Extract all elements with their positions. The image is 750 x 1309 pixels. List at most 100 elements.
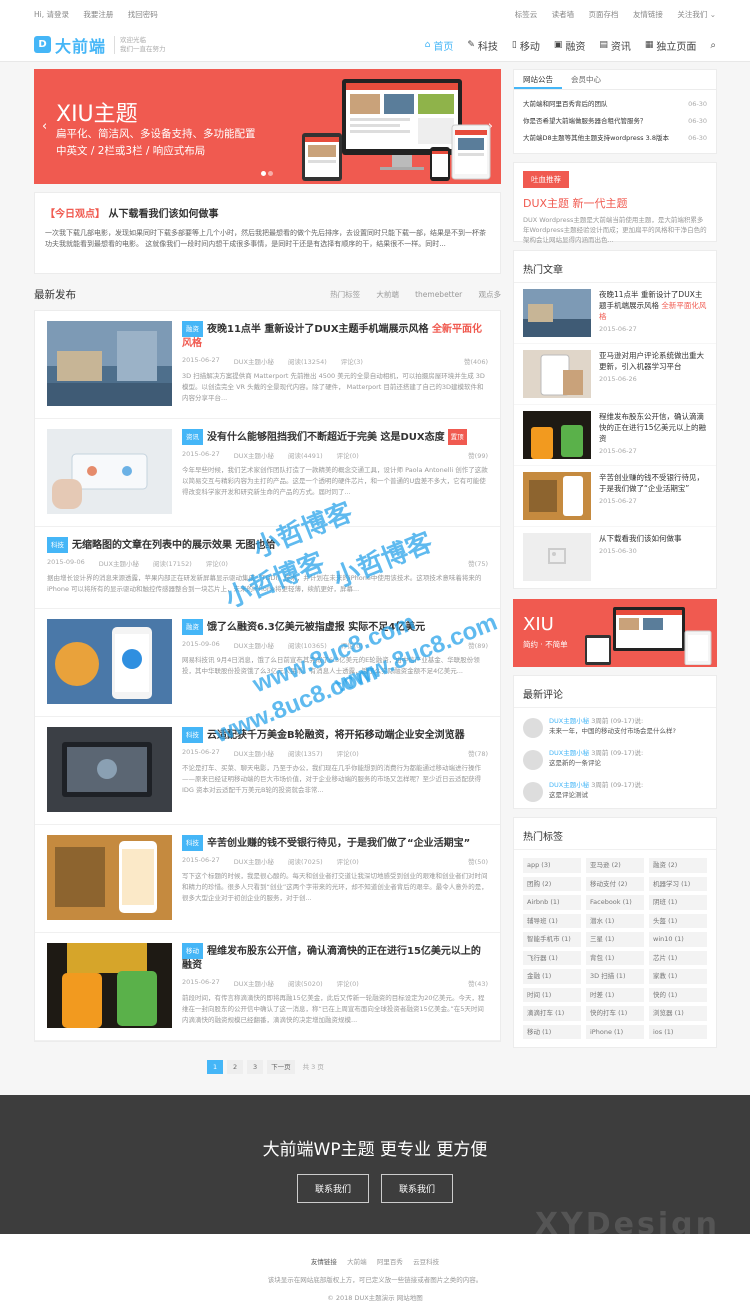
footer-link[interactable]: 大前端: [347, 1258, 367, 1266]
friend-links-link[interactable]: 友情链接: [633, 10, 663, 19]
tag-item[interactable]: 金融 (1): [523, 969, 581, 984]
tag-item[interactable]: 移动 (1): [523, 1024, 581, 1039]
post-title[interactable]: 科技 云适配获千万美金B轮融资，将开拓移动端企业安全浏览器: [182, 727, 488, 743]
tag-item[interactable]: 快的 (1): [649, 987, 707, 1002]
comment-item[interactable]: DUX主题小秘 3周前 (09-17)说: 这是新的一条评论: [514, 744, 716, 776]
next-page-button[interactable]: 下一页: [267, 1060, 295, 1074]
like-count[interactable]: 赞(406): [464, 356, 488, 366]
tag-item[interactable]: 辅导班 (1): [523, 913, 581, 928]
comment-item[interactable]: DUX主题小秘 3周前 (09-17)说: 这是评论测试: [514, 776, 716, 808]
nav-item-mobile[interactable]: ▯ 移动: [512, 38, 540, 53]
page-1[interactable]: 1: [207, 1060, 224, 1074]
nav-item-news[interactable]: ▤ 资讯: [599, 38, 631, 53]
archive-link[interactable]: 页面存档: [589, 10, 619, 19]
post-item[interactable]: 科技 无缩略图的文章在列表中的展示效果 无图也给 2015-09-06 DUX主题小…: [35, 527, 500, 609]
page-2[interactable]: 2: [227, 1060, 244, 1074]
tag-item[interactable]: 阴班 (1): [649, 895, 707, 910]
slider-dots[interactable]: [260, 170, 274, 178]
post-item[interactable]: 科技 云适配获千万美金B轮融资，将开拓移动端企业安全浏览器 2015-06-27 D…: [35, 717, 500, 825]
slider-prev-arrow[interactable]: ‹: [42, 119, 47, 134]
tag-item[interactable]: win10 (1): [649, 932, 707, 947]
tag-item[interactable]: iPhone (1): [586, 1024, 644, 1039]
like-count[interactable]: 赞(78): [468, 748, 488, 758]
post-item[interactable]: 融资 夜晚11点半 重新设计了DUX主题手机端展示风格 全新平面化风格 2015-…: [35, 311, 500, 419]
contact-us-button[interactable]: 联系我们: [296, 1174, 369, 1203]
post-title[interactable]: 移动 程维发布股东公开信，确认滴滴快的正在进行15亿美元以上的融资: [182, 943, 488, 973]
today-opinion[interactable]: 【今日观点】 从下载看我们该如何做事 一次我下载几部电影，发现如果同时下载多部要…: [34, 192, 501, 274]
tag-cloud-link[interactable]: 标签云: [515, 10, 538, 19]
tag-item[interactable]: 融资 (2): [649, 858, 707, 873]
like-count[interactable]: 赞(50): [468, 856, 488, 866]
footer-link[interactable]: 阿里百秀: [377, 1258, 403, 1266]
notice-item[interactable]: 大前端和阿里百秀背后的团队 06-30: [523, 96, 707, 113]
notice-item[interactable]: 你是否希望大前端做服务器合租代管服务？ 06-30: [523, 113, 707, 130]
tag-item[interactable]: 浏览器 (1): [649, 1006, 707, 1021]
latest-link-dqd[interactable]: 大前端: [376, 290, 399, 299]
tag-item[interactable]: 3D 扫描 (1): [586, 969, 644, 984]
tag-item[interactable]: ios (1): [649, 1024, 707, 1039]
tag-item[interactable]: 团购 (2): [523, 876, 581, 891]
tag-item[interactable]: 移动支付 (2): [586, 876, 644, 891]
like-count[interactable]: 赞(99): [468, 450, 488, 460]
comment-item[interactable]: DUX主题小秘 3周前 (09-17)说: 未来一年，中国的移动支付市场会是什么样…: [514, 712, 716, 744]
post-title[interactable]: 资讯 没有什么能够阻挡我们不断超近于完美 这是DUX态度 置顶: [182, 429, 488, 445]
post-title[interactable]: 科技 辛苦创业赚的钱不受银行待见，于是我们做了“企业活期宝”: [182, 835, 488, 851]
latest-link-themebetter[interactable]: themebetter: [415, 290, 462, 299]
hot-post-item[interactable]: 辛苦创业赚的钱不受银行待见，于是我们做了“企业活期宝” 2015-06-27: [514, 466, 716, 527]
tag-item[interactable]: 芯片 (1): [649, 950, 707, 965]
tag-item[interactable]: 亚马逊 (2): [586, 858, 644, 873]
tag-item[interactable]: 机器学习 (1): [649, 876, 707, 891]
like-count[interactable]: 赞(75): [468, 558, 488, 568]
post-item[interactable]: 科技 辛苦创业赚的钱不受银行待见，于是我们做了“企业活期宝” 2015-06-27…: [35, 825, 500, 933]
hot-post-item[interactable]: 夜晚11点半 重新设计了DUX主题手机端展示风格 全新平面化风格 2015-06…: [514, 283, 716, 344]
notice-item[interactable]: 大前端D8主题等其他主题支持wordpress 3.8版本 06-30: [523, 130, 707, 147]
tag-item[interactable]: 快的打车 (1): [586, 1006, 644, 1021]
page-3[interactable]: 3: [247, 1060, 264, 1074]
post-item[interactable]: 资讯 没有什么能够阻挡我们不断超近于完美 这是DUX态度 置顶 2015-06-27…: [35, 419, 500, 527]
banner-slider[interactable]: XIU主题 扁平化、简洁风、多设备支持、多功能配置 中英文 / 2栏或3栏 / …: [34, 69, 501, 184]
tag-item[interactable]: 滴滴打车 (1): [523, 1006, 581, 1021]
hot-post-item[interactable]: 从下载看我们该如何做事 2015-06-30: [514, 527, 716, 588]
forgot-password-link[interactable]: 找回密码: [128, 10, 158, 19]
tag-item[interactable]: 三星 (1): [586, 932, 644, 947]
tab-notices[interactable]: 网站公告: [514, 70, 562, 89]
tag-item[interactable]: Airbnb (1): [523, 895, 581, 910]
post-item[interactable]: 移动 程维发布股东公开信，确认滴滴快的正在进行15亿美元以上的融资 2015-06…: [35, 933, 500, 1041]
post-title[interactable]: 融资 饿了么融资6.3亿美元被指虚报 实际不足4亿美元: [182, 619, 488, 635]
tag-item[interactable]: 潜水 (1): [586, 913, 644, 928]
tag-item[interactable]: 时差 (1): [586, 987, 644, 1002]
nav-item-tech[interactable]: ✎ 科技: [467, 38, 498, 53]
xiu-ad-banner[interactable]: XIU 简约 · 不简单: [513, 599, 717, 667]
readers-wall-link[interactable]: 读者墙: [552, 10, 575, 19]
recommend-title[interactable]: DUX主题 新一代主题: [523, 195, 707, 211]
tag-item[interactable]: 时间 (1): [523, 987, 581, 1002]
tag-item[interactable]: app (3): [523, 858, 581, 873]
post-item[interactable]: 融资 饿了么融资6.3亿美元被指虚报 实际不足4亿美元 2015-09-06 DUX…: [35, 609, 500, 717]
latest-link-views[interactable]: 观点多: [479, 290, 502, 299]
site-logo[interactable]: D 大前端 欢迎光临 我们一直在努力: [34, 33, 166, 57]
recommend-widget[interactable]: 吐血推荐 DUX主题 新一代主题 DUX Wordpress主题是大前端当前使用…: [513, 162, 717, 244]
login-link[interactable]: Hi, 请登录: [34, 10, 69, 19]
tag-item[interactable]: 背包 (1): [586, 950, 644, 965]
register-link[interactable]: 我要注册: [83, 10, 113, 19]
like-count[interactable]: 赞(89): [468, 640, 488, 650]
nav-item-home[interactable]: ⌂ 首页: [425, 38, 454, 53]
post-title[interactable]: 科技 无缩略图的文章在列表中的展示效果 无图也给: [47, 537, 488, 553]
nav-item-finance[interactable]: ▣ 融资: [554, 38, 586, 53]
tag-item[interactable]: 智能手机市 (1): [523, 932, 581, 947]
tab-member-center[interactable]: 会员中心: [562, 70, 610, 89]
latest-link-hot-tags[interactable]: 热门标签: [330, 290, 360, 299]
tag-item[interactable]: 头盔 (1): [649, 913, 707, 928]
follow-us-dropdown[interactable]: 关注我们 ⌄: [677, 10, 716, 19]
hot-post-item[interactable]: 程维发布股东公开信，确认滴滴快的正在进行15亿美元以上的融资 2015-06-2…: [514, 405, 716, 466]
nav-item-page[interactable]: ▦ 独立页面: [645, 38, 697, 53]
hot-post-item[interactable]: 亚马逊对用户评论系统做出重大更新，引入机器学习平台 2015-06-26: [514, 344, 716, 405]
footer-link[interactable]: 云豆科技: [413, 1258, 439, 1266]
tag-item[interactable]: 家教 (1): [649, 969, 707, 984]
post-title[interactable]: 融资 夜晚11点半 重新设计了DUX主题手机端展示风格 全新平面化风格: [182, 321, 488, 351]
tag-item[interactable]: 飞行器 (1): [523, 950, 581, 965]
search-icon[interactable]: ⌕: [710, 40, 716, 51]
tag-item[interactable]: Facebook (1): [586, 895, 644, 910]
contact-us-button-2[interactable]: 联系我们: [381, 1174, 454, 1203]
like-count[interactable]: 赞(43): [468, 978, 488, 988]
